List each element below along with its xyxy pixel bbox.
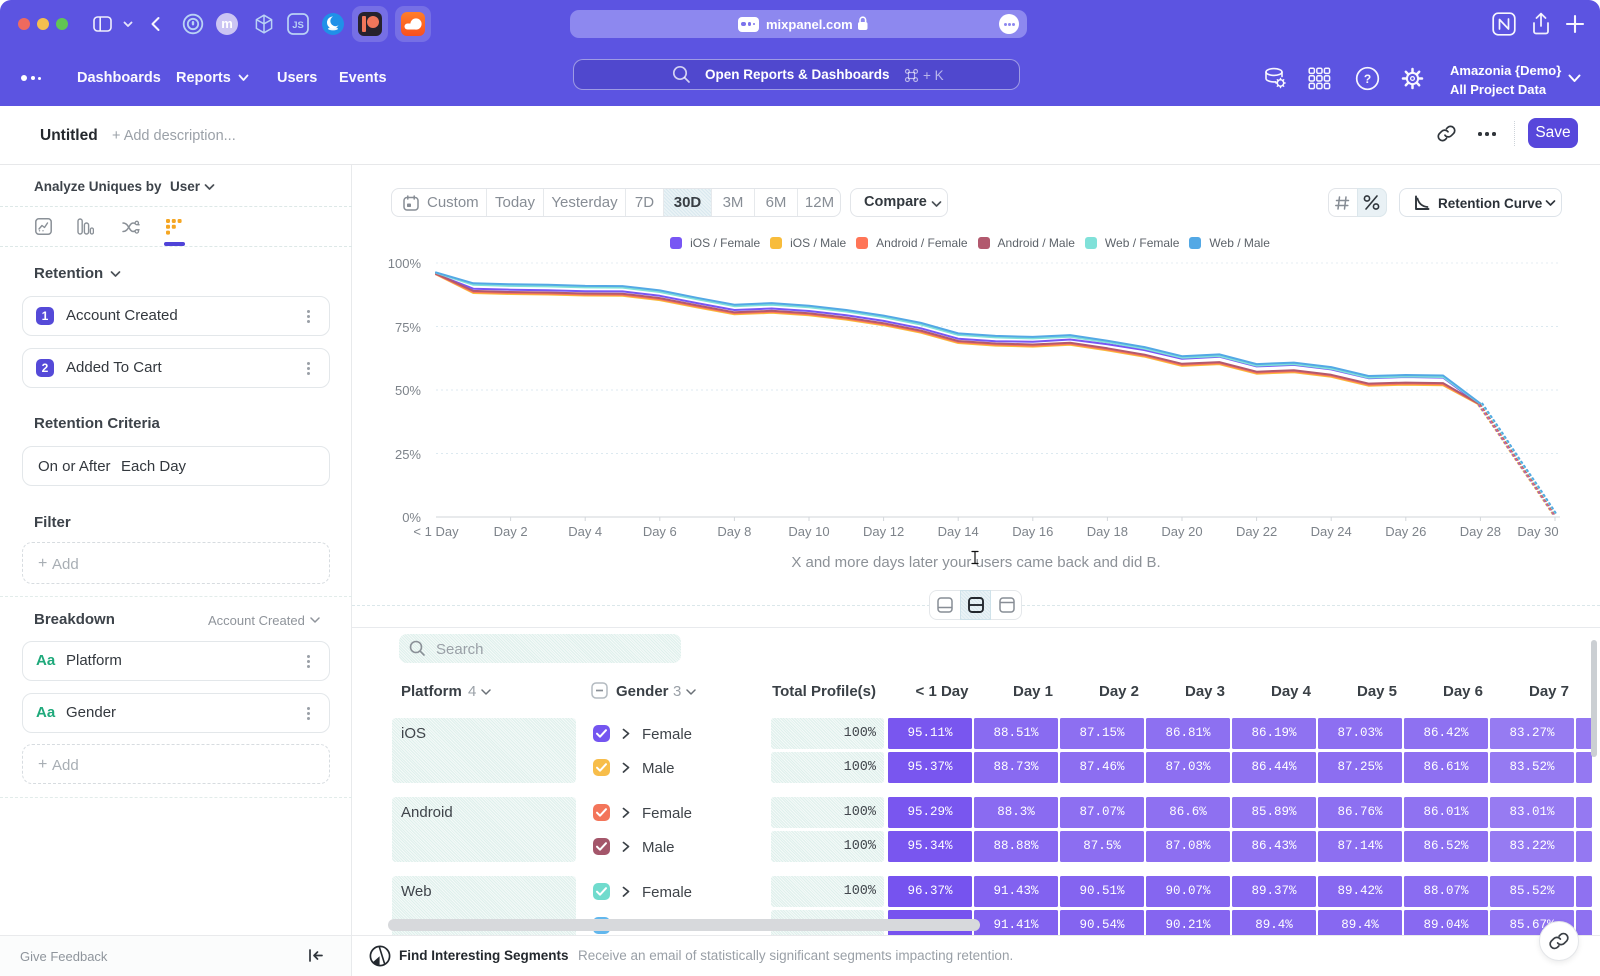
svg-text:?: ?	[1364, 72, 1371, 86]
svg-text:JS: JS	[292, 20, 304, 31]
